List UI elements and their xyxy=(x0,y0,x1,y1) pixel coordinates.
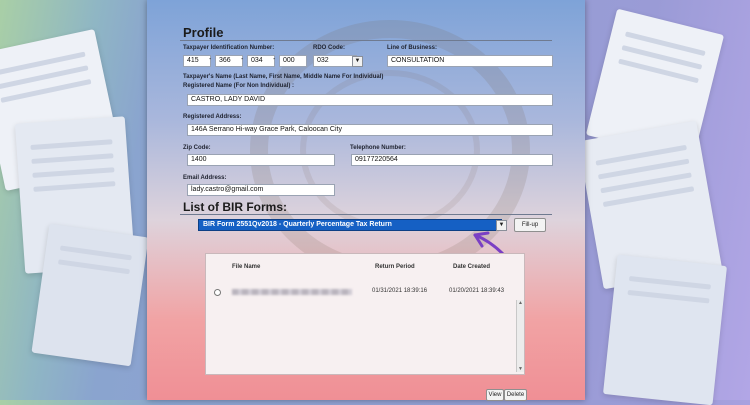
tin-field-2[interactable]: 366 xyxy=(215,55,243,67)
column-header-file-name: File Name xyxy=(232,264,261,270)
bir-form-select[interactable]: BIR Form 2551Qv2018 - Quarterly Percenta… xyxy=(198,219,502,231)
tin-label: Taxpayer Identification Number: xyxy=(183,45,275,51)
profile-heading: Profile xyxy=(183,25,224,40)
tin-field-3[interactable]: 034 xyxy=(247,55,275,67)
chevron-down-icon[interactable]: ▼ xyxy=(352,56,363,67)
row-radio-button[interactable] xyxy=(214,289,221,296)
background-paper-sheet xyxy=(602,254,728,405)
background-paper-sheet xyxy=(31,223,149,367)
profile-divider xyxy=(180,40,552,41)
rdo-label: RDO Code: xyxy=(313,45,345,51)
scroll-up-icon[interactable]: ▲ xyxy=(517,300,524,306)
tin-field-1[interactable]: 415 xyxy=(183,55,211,67)
email-field[interactable]: lady.castro@gmail.com xyxy=(187,184,335,196)
taxpayer-name-field[interactable]: CASTRO, LADY DAVID xyxy=(187,94,553,106)
zip-code-label: Zip Code: xyxy=(183,145,211,151)
telephone-field[interactable]: 09177220564 xyxy=(351,154,553,166)
tin-separator: - xyxy=(273,56,276,63)
line-of-business-label: Line of Business: xyxy=(387,45,438,51)
zip-code-field[interactable]: 1400 xyxy=(187,154,335,166)
forms-divider xyxy=(180,214,552,215)
email-label: Email Address: xyxy=(183,175,227,181)
taxpayer-name-label: Taxpayer's Name (Last Name, First Name, … xyxy=(183,74,384,80)
delete-button[interactable]: Delete xyxy=(504,389,527,401)
view-button[interactable]: View xyxy=(486,389,504,401)
tin-field-4[interactable]: 000 xyxy=(279,55,307,67)
table-scrollbar[interactable]: ▲ ▼ xyxy=(516,300,524,372)
forms-table xyxy=(205,253,525,375)
date-created-cell: 01/20/2021 18:39:43 xyxy=(449,288,505,294)
telephone-label: Telephone Number: xyxy=(350,145,406,151)
registered-address-field[interactable]: 146A Serrano Hi-way Grace Park, Caloocan… xyxy=(187,124,553,136)
scroll-down-icon[interactable]: ▼ xyxy=(517,366,524,372)
rdo-select[interactable]: 032 xyxy=(313,55,357,67)
line-of-business-field[interactable]: CONSULTATION xyxy=(387,55,553,67)
column-header-return-period: Return Period xyxy=(375,264,415,270)
tin-separator: - xyxy=(241,56,244,63)
registered-name-label: Registered Name (For Non Individual) : xyxy=(183,83,295,89)
tin-separator: - xyxy=(209,56,212,63)
registered-address-label: Registered Address: xyxy=(183,114,242,120)
return-period-cell: 01/31/2021 18:39:16 xyxy=(372,288,428,294)
column-header-date-created: Date Created xyxy=(453,264,491,270)
bir-forms-heading: List of BIR Forms: xyxy=(183,200,287,214)
blurred-file-name xyxy=(232,289,352,295)
